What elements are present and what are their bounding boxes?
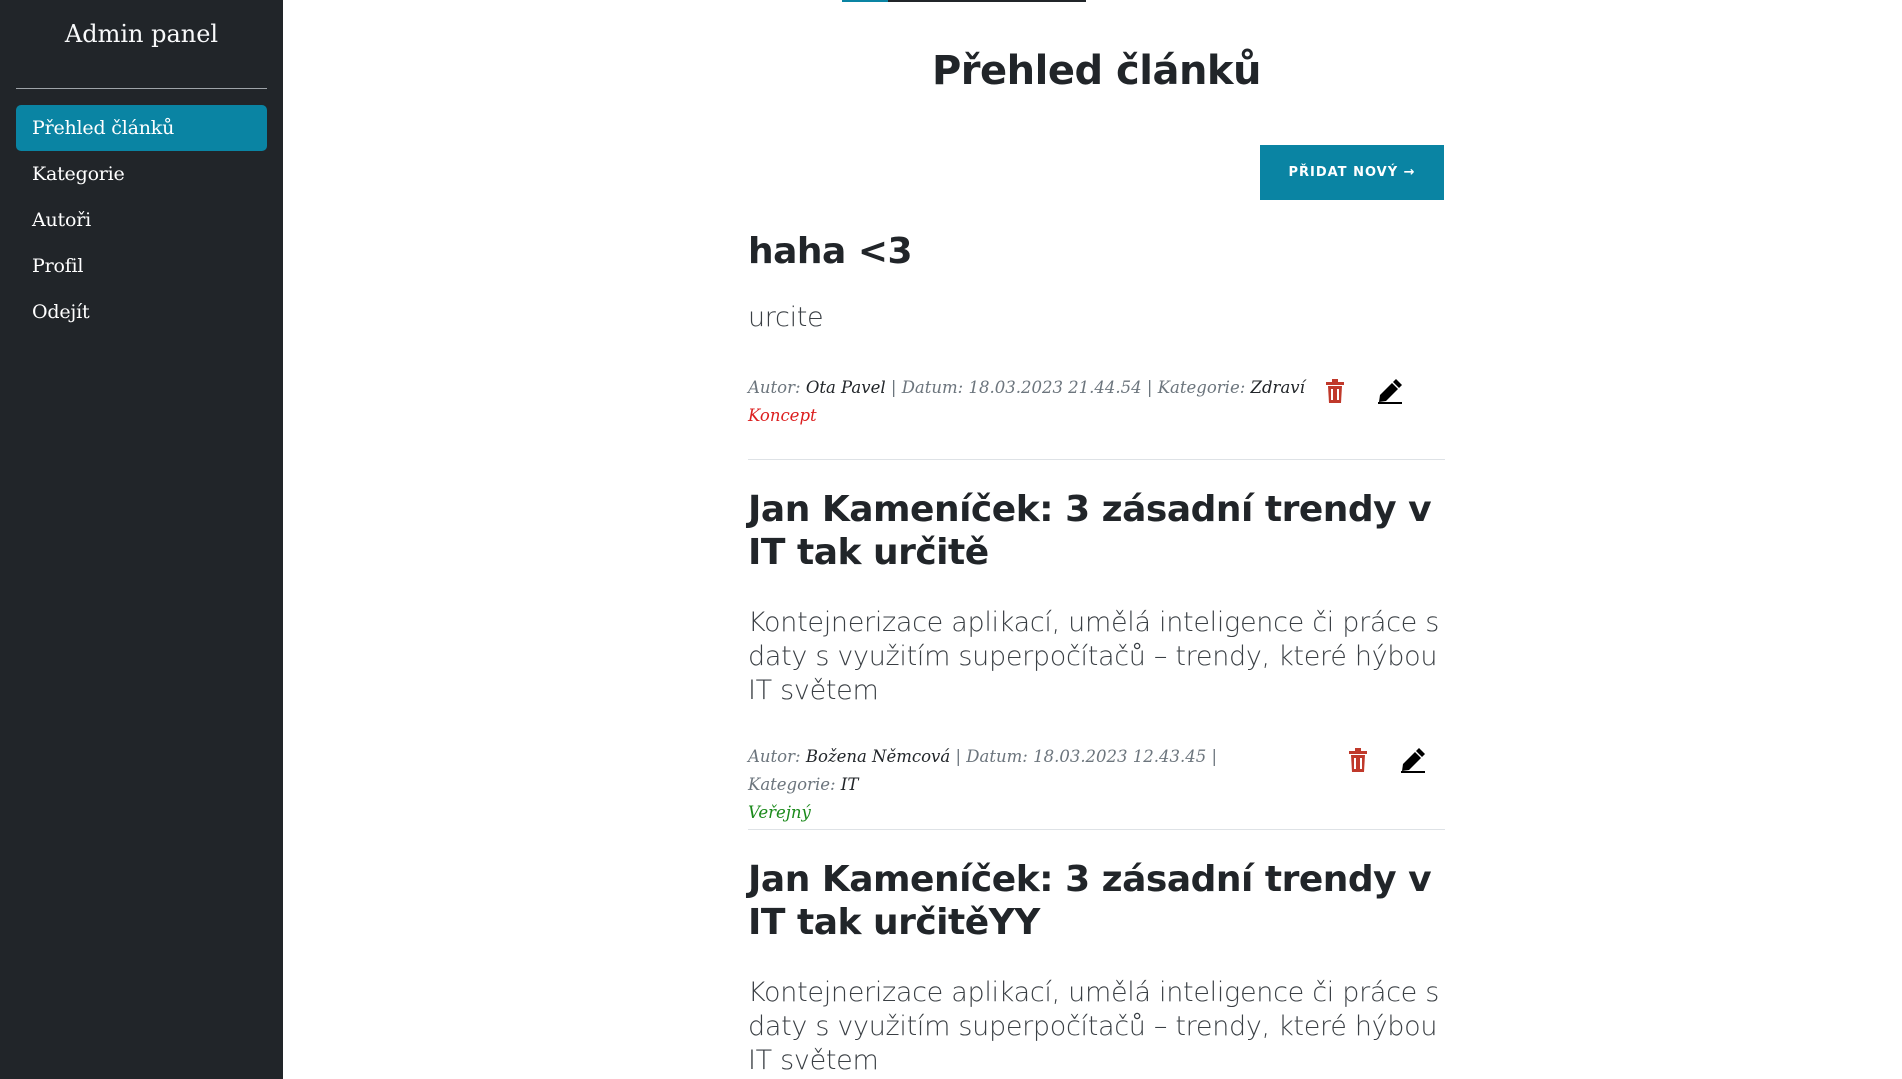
category-value: Zdraví xyxy=(1250,378,1305,397)
article-item: haha <3 urcite xyxy=(748,230,1445,335)
article-meta-row: Autor: Ota Pavel | Datum: 18.03.2023 21.… xyxy=(748,374,1445,430)
date-value: 18.03.2023 21.44.54 xyxy=(968,378,1142,397)
article-title[interactable]: Jan Kameníček: 3 zásadní trendy v IT tak… xyxy=(748,488,1445,574)
category-label: Kategorie: xyxy=(1157,378,1246,397)
article-divider xyxy=(748,829,1445,830)
trash-icon xyxy=(1326,379,1344,403)
edit-button[interactable] xyxy=(1398,745,1428,775)
edit-button[interactable] xyxy=(1375,376,1405,406)
top-scroll-indicator-accent xyxy=(842,0,888,2)
category-value: IT xyxy=(840,775,859,794)
add-new-button[interactable]: PŘIDAT NOVÝ → xyxy=(1260,145,1444,200)
article-item: Jan Kameníček: 3 zásadní trendy v IT tak… xyxy=(748,488,1445,708)
sidebar-item-authors[interactable]: Autoři xyxy=(16,197,267,243)
author-name: Ota Pavel xyxy=(805,378,886,397)
sidebar-item-logout[interactable]: Odejít xyxy=(16,289,267,335)
article-title[interactable]: haha <3 xyxy=(748,230,1445,273)
article-meta: Autor: Ota Pavel | Datum: 18.03.2023 21.… xyxy=(748,378,1305,397)
article-item: Jan Kameníček: 3 zásadní trendy v IT tak… xyxy=(748,858,1445,1078)
date-label: Datum: xyxy=(966,747,1028,766)
delete-button[interactable] xyxy=(1320,376,1350,406)
delete-button[interactable] xyxy=(1343,745,1373,775)
article-title[interactable]: Jan Kameníček: 3 zásadní trendy v IT tak… xyxy=(748,858,1445,944)
author-label: Autor: xyxy=(748,747,801,766)
sidebar: Admin panel Přehled článků Kategorie Aut… xyxy=(0,0,283,1079)
page-title: Přehled článků xyxy=(931,48,1262,94)
trash-icon xyxy=(1349,748,1367,772)
author-label: Autor: xyxy=(748,378,801,397)
article-perex: Kontejnerizace aplikací, umělá inteligen… xyxy=(748,607,1440,706)
sidebar-item-articles-overview[interactable]: Přehled článků xyxy=(16,105,267,151)
pencil-icon xyxy=(1378,379,1402,404)
top-scroll-indicator xyxy=(842,0,1086,2)
sidebar-item-categories[interactable]: Kategorie xyxy=(16,151,267,197)
sidebar-nav: Přehled článků Kategorie Autoři Profil O… xyxy=(0,105,283,335)
category-label: Kategorie: xyxy=(748,775,836,794)
article-divider xyxy=(748,459,1445,460)
article-perex: Kontejnerizace aplikací, umělá inteligen… xyxy=(748,977,1440,1076)
article-perex: urcite xyxy=(748,302,824,333)
article-meta: Autor: Božena Němcová | Datum: 18.03.202… xyxy=(748,747,1218,794)
sidebar-item-profile[interactable]: Profil xyxy=(16,243,267,289)
status-badge: Koncept xyxy=(748,406,817,425)
status-badge: Veřejný xyxy=(748,803,811,822)
brand-title: Admin panel xyxy=(64,20,219,48)
date-label: Datum: xyxy=(901,378,964,397)
pencil-icon xyxy=(1401,748,1425,773)
article-meta-row: Autor: Božena Němcová | Datum: 18.03.202… xyxy=(748,743,1445,827)
author-name: Božena Němcová xyxy=(805,747,951,766)
date-value: 18.03.2023 12.43.45 xyxy=(1033,747,1207,766)
sidebar-divider xyxy=(16,88,267,89)
